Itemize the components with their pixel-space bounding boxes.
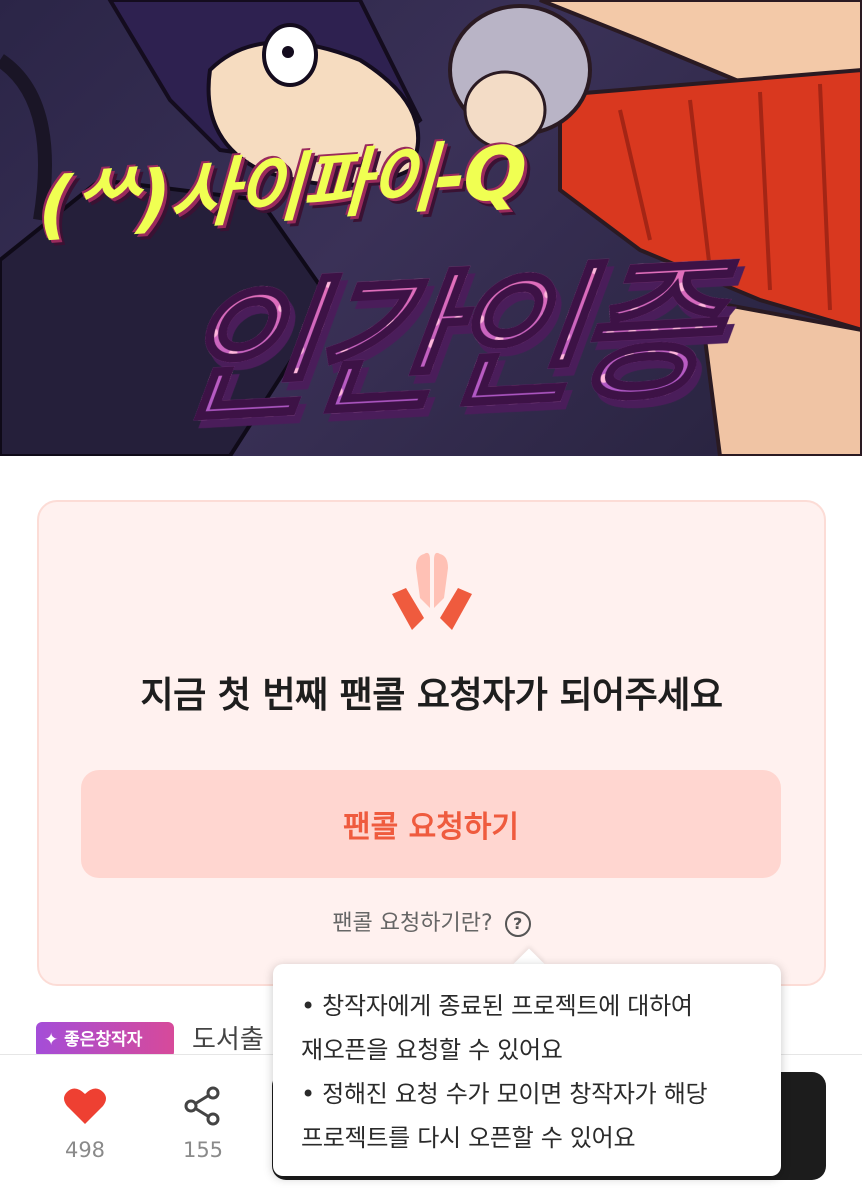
share-button[interactable]: 155 (163, 1086, 243, 1176)
tooltip-line: 재오픈을 요청할 수 있어요 (301, 1036, 563, 1064)
praying-hands-icon (392, 552, 472, 630)
question-icon[interactable]: ? (504, 911, 531, 937)
like-button[interactable]: 498 (45, 1086, 125, 1176)
hero-cover-image: (ᄊ)사이파이-Q 인간인증 (0, 0, 862, 456)
fancall-help-link[interactable]: 팬콜 요청하기란? ? (37, 902, 826, 946)
tooltip-line: • 창작자에게 종료된 프로젝트에 대하여 (301, 992, 693, 1020)
good-creator-badge: ✦ 좋은창작자 (36, 1022, 174, 1058)
fancall-headline: 지금 첫 번째 팬콜 요청자가 되어주세요 (140, 675, 723, 716)
tooltip-line: 프로젝트를 다시 오픈할 수 있어요 (301, 1124, 636, 1152)
share-count: 155 (182, 1138, 224, 1162)
heart-icon[interactable] (63, 1086, 107, 1126)
tooltip-line: • 정해진 요청 수가 모이면 창작자가 해당 (301, 1080, 708, 1108)
share-icon[interactable] (181, 1086, 225, 1126)
fancall-request-button[interactable]: 팬콜 요청하기 (81, 770, 781, 878)
cover-title-logo: 인간인증 (165, 222, 862, 456)
like-count: 498 (64, 1138, 106, 1162)
fancall-help-tooltip: • 창작자에게 종료된 프로젝트에 대하여 재오픈을 요청할 수 있어요 • 정… (273, 964, 781, 1176)
fancall-help-label[interactable]: 팬콜 요청하기란? (332, 902, 492, 946)
